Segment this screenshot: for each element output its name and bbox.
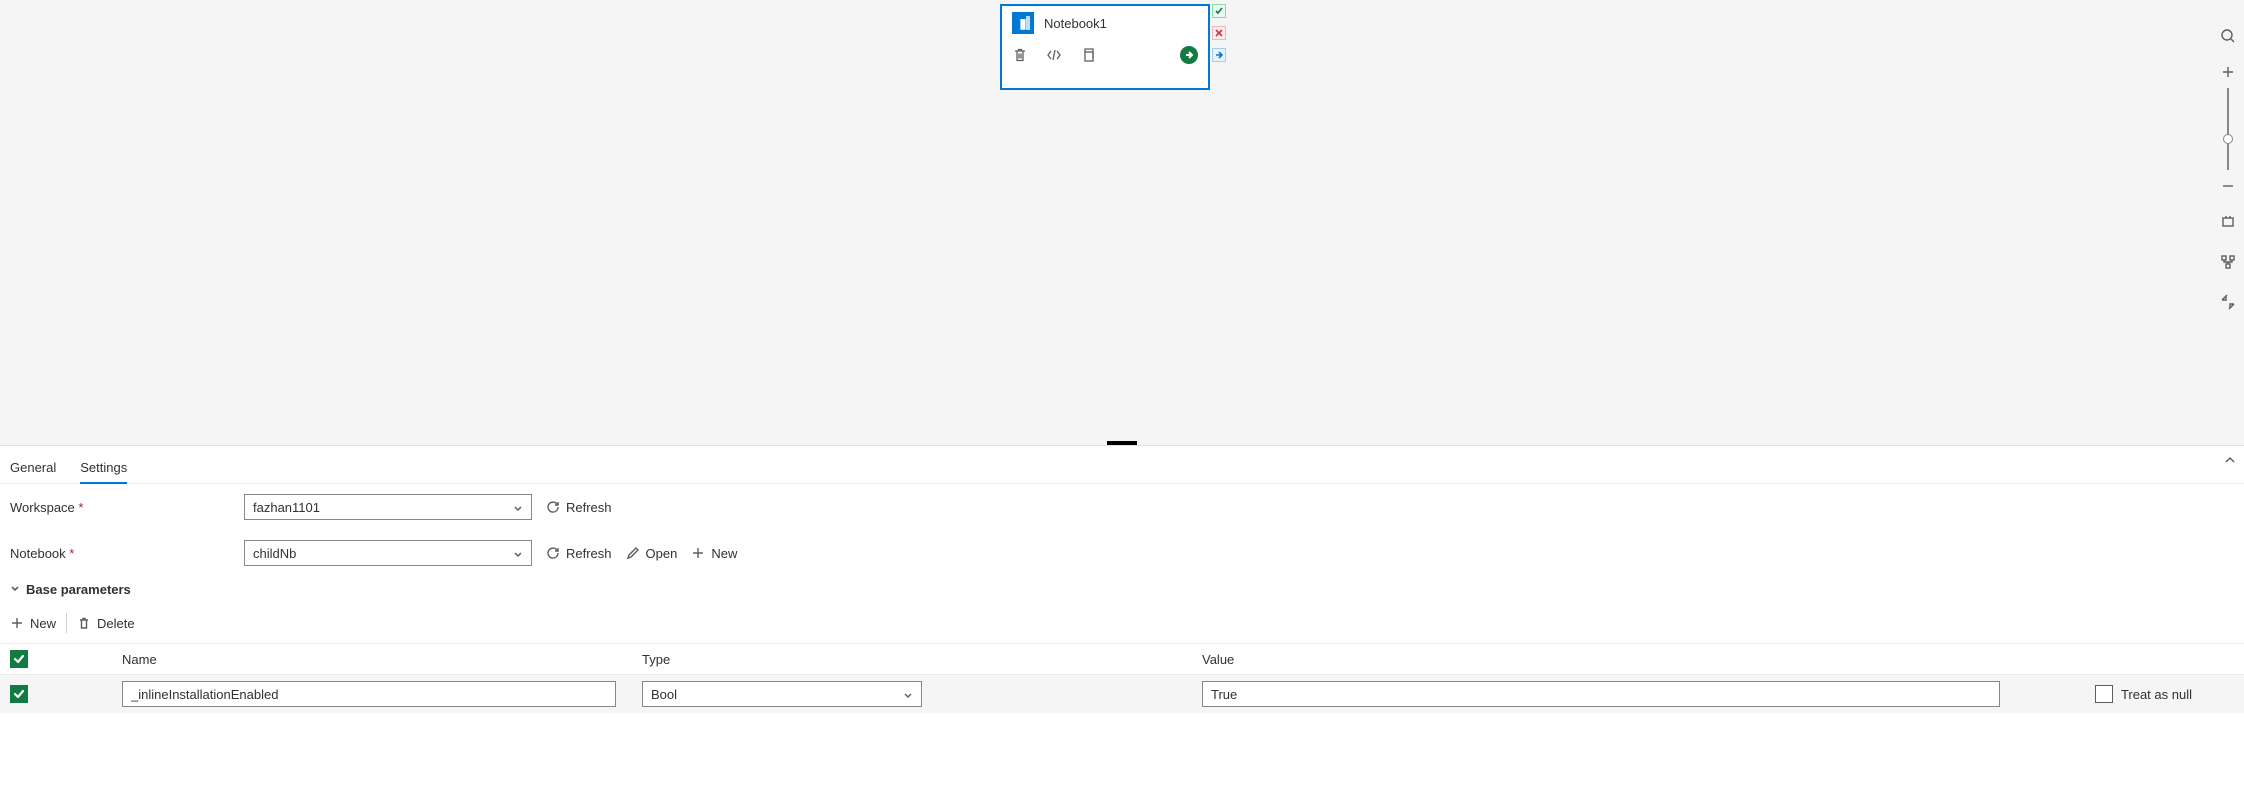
workspace-value: fazhan1101 <box>253 500 320 515</box>
vertical-separator <box>66 613 67 633</box>
tab-general[interactable]: General <box>10 456 56 483</box>
param-type-select[interactable]: Bool <box>642 681 922 707</box>
workspace-refresh-button[interactable]: Refresh <box>546 500 612 515</box>
tab-settings[interactable]: Settings <box>80 456 127 483</box>
param-new-label: New <box>30 616 56 631</box>
trash-icon[interactable] <box>1012 47 1028 63</box>
workspace-label-text: Workspace <box>10 500 75 515</box>
activity-notebook1[interactable]: ▮ Notebook1 <box>1000 4 1210 90</box>
status-success-icon[interactable] <box>1212 4 1226 18</box>
param-delete-button[interactable]: Delete <box>77 616 135 631</box>
header-checkbox[interactable] <box>10 650 28 668</box>
param-row: Bool Treat as null <box>0 675 2244 713</box>
base-parameters-title: Base parameters <box>26 582 131 597</box>
param-value-input[interactable] <box>1202 681 2000 707</box>
chevron-down-icon <box>10 582 20 597</box>
chevron-down-icon <box>903 689 913 699</box>
chevron-down-icon <box>513 548 523 558</box>
properties-tabs: General Settings <box>0 446 2244 484</box>
param-new-button[interactable]: New <box>10 616 56 631</box>
search-icon[interactable] <box>2214 16 2242 56</box>
notebook-refresh-button[interactable]: Refresh <box>546 546 612 561</box>
param-name-input[interactable] <box>122 681 616 707</box>
param-delete-label: Delete <box>97 616 135 631</box>
status-skip-icon[interactable] <box>1212 48 1226 62</box>
fit-screen-icon[interactable] <box>2214 202 2242 242</box>
refresh-icon <box>546 500 560 514</box>
pipeline-canvas[interactable]: ▮ Notebook1 <box>0 0 2244 446</box>
trash-icon <box>77 616 91 630</box>
workspace-refresh-label: Refresh <box>566 500 612 515</box>
zoom-thumb[interactable] <box>2223 134 2233 144</box>
activity-title: Notebook1 <box>1044 16 1107 31</box>
notebook-new-button[interactable]: New <box>691 546 737 561</box>
notebook-select[interactable]: childNb <box>244 540 532 566</box>
refresh-icon <box>546 546 560 560</box>
zoom-out-icon[interactable] <box>2214 170 2242 202</box>
edit-icon <box>626 546 640 560</box>
code-icon[interactable] <box>1046 47 1062 63</box>
param-type-value: Bool <box>651 687 677 702</box>
go-arrow-icon[interactable] <box>1180 46 1198 64</box>
notebook-icon: ▮ <box>1012 12 1034 34</box>
panel-resize-handle[interactable] <box>1107 441 1137 445</box>
workspace-label: Workspace * <box>10 500 230 515</box>
activity-header: ▮ Notebook1 <box>1002 6 1208 40</box>
properties-panel: General Settings Workspace * fazhan1101 … <box>0 446 2244 713</box>
col-type: Type <box>642 652 1202 667</box>
param-toolbar: New Delete <box>0 603 2244 644</box>
notebook-new-label: New <box>711 546 737 561</box>
required-asterisk: * <box>69 546 74 561</box>
workspace-row: Workspace * fazhan1101 Refresh <box>0 484 2244 530</box>
col-value: Value <box>1202 652 2042 667</box>
copy-icon[interactable] <box>1080 47 1096 63</box>
col-name: Name <box>122 652 642 667</box>
plus-icon <box>10 616 24 630</box>
notebook-open-label: Open <box>646 546 678 561</box>
auto-layout-icon[interactable] <box>2214 242 2242 282</box>
plus-icon <box>691 546 705 560</box>
row-checkbox[interactable] <box>10 685 28 703</box>
activity-status-markers <box>1212 4 1226 62</box>
activity-toolbar <box>1002 40 1208 72</box>
zoom-track[interactable] <box>2227 88 2229 169</box>
notebook-value: childNb <box>253 546 296 561</box>
notebook-refresh-label: Refresh <box>566 546 612 561</box>
chevron-down-icon <box>513 502 523 512</box>
treat-as-null: Treat as null <box>2042 685 2192 703</box>
minimize-icon[interactable] <box>2214 282 2242 322</box>
collapse-panel-icon[interactable] <box>2224 454 2236 469</box>
param-table-header: Name Type Value <box>0 644 2244 675</box>
treat-as-null-checkbox[interactable] <box>2095 685 2113 703</box>
notebook-open-button[interactable]: Open <box>626 546 678 561</box>
zoom-slider[interactable] <box>2214 56 2242 202</box>
treat-as-null-label: Treat as null <box>2121 687 2192 702</box>
param-table: Name Type Value Bool <box>0 644 2244 713</box>
base-parameters-header[interactable]: Base parameters <box>0 576 2244 603</box>
status-fail-icon[interactable] <box>1212 26 1226 40</box>
notebook-label-text: Notebook <box>10 546 66 561</box>
canvas-side-rail <box>2214 16 2242 322</box>
zoom-in-icon[interactable] <box>2214 56 2242 88</box>
notebook-label: Notebook * <box>10 546 230 561</box>
workspace-select[interactable]: fazhan1101 <box>244 494 532 520</box>
notebook-row: Notebook * childNb Refresh Open New <box>0 530 2244 576</box>
required-asterisk: * <box>78 500 83 515</box>
